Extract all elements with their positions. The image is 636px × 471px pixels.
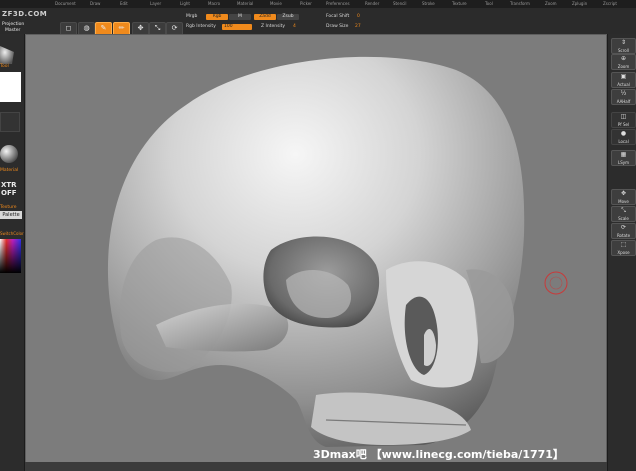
skull-model[interactable] — [26, 35, 606, 462]
scale-icon: ⤡ — [154, 24, 161, 32]
stroke-preview[interactable] — [0, 72, 21, 102]
rotate-icon: ⟳ — [171, 24, 178, 32]
menu-preferences[interactable]: Preferences — [326, 0, 350, 7]
rotate-view-button[interactable]: ⟳ Rotate — [611, 223, 636, 239]
xpose-label: Xpose — [617, 250, 630, 255]
projection-master-sub[interactable]: Master — [5, 28, 20, 33]
move-view-icon: ✥ — [620, 190, 627, 197]
scroll-icon: ⇕ — [620, 39, 627, 46]
menu-stroke[interactable]: Stroke — [422, 0, 435, 7]
aahalf-label: AAHalf — [616, 99, 631, 104]
aahalf-button[interactable]: ½ AAHalf — [611, 89, 636, 105]
move-view-button[interactable]: ✥ Move — [611, 189, 636, 205]
menu-macro[interactable]: Macro — [208, 0, 220, 7]
palette-button[interactable]: Palette — [0, 211, 22, 219]
move-view-label: Move — [618, 199, 629, 204]
menu-edit[interactable]: Edit — [120, 0, 128, 7]
menu-transform[interactable]: Transform — [510, 0, 530, 7]
menu-tool[interactable]: Tool — [485, 0, 493, 7]
move-icon: ✥ — [137, 24, 144, 32]
actual-button[interactable]: ▣ Actual — [611, 72, 636, 88]
menu-movie[interactable]: Movie — [270, 0, 282, 7]
right-shelf: ⇕ Scroll ⊕ Zoom ▣ Actual ½ AAHalf ◫ Pf S… — [607, 34, 636, 471]
projection-master-label[interactable]: Projection — [2, 22, 24, 27]
scale-view-icon: ⤡ — [621, 207, 626, 214]
xpose-button[interactable]: ⬚ Xpose — [611, 240, 636, 256]
color-picker[interactable] — [0, 239, 21, 273]
top-toolbar: ZF3D.COM Projection Master ◻ Frame ◍ Lbo… — [0, 8, 636, 41]
rgb-intensity-label: Rgb Intensity — [186, 24, 216, 29]
frame-icon: ◻ — [65, 24, 72, 32]
scroll-button[interactable]: ⇕ Scroll — [611, 38, 636, 54]
scroll-label: Scroll — [618, 48, 629, 53]
version-text: ZF3D.COM — [2, 10, 48, 18]
switch-color-button[interactable]: SwitchColor — [0, 231, 24, 236]
rgb-intensity-slider[interactable]: 100 — [222, 24, 252, 30]
tool-brush-icon[interactable] — [0, 42, 22, 64]
persp-button[interactable]: ◫ Pf Sel — [611, 112, 636, 128]
draw-size-label: Draw Size — [326, 24, 349, 29]
zoom-icon: ⊕ — [620, 55, 627, 62]
zsub-toggle[interactable]: Zsub — [277, 14, 299, 20]
menu-light[interactable]: Light — [180, 0, 190, 7]
mrgb-toggle[interactable]: Mrgb — [186, 14, 197, 19]
actual-icon: ▣ — [620, 73, 627, 80]
material-label: Material — [0, 168, 19, 173]
lsym-label: LSym — [617, 160, 630, 165]
z-intensity-slider[interactable]: 4 — [293, 24, 296, 29]
menu-bar: Document Draw Edit Layer Light Macro Mat… — [0, 0, 636, 8]
menu-material[interactable]: Material — [237, 0, 253, 7]
draw-size-slider[interactable]: 27 — [355, 24, 361, 29]
rotate-view-icon: ⟳ — [620, 224, 627, 231]
rgb-toggle[interactable]: Rgb — [206, 14, 228, 20]
lightbox-icon: ◍ — [83, 24, 90, 32]
menu-texture[interactable]: Texture — [452, 0, 467, 7]
menu-picker[interactable]: Picker — [300, 0, 312, 7]
scale-view-button[interactable]: ⤡ Scale — [611, 206, 636, 222]
persp-label: Pf Sel — [617, 122, 630, 127]
z-intensity-label: Z Intensity — [261, 24, 286, 29]
lsym-button[interactable]: ▦ LSym — [611, 150, 636, 166]
aahalf-icon: ½ — [620, 90, 627, 97]
xpose-icon: ⬚ — [620, 241, 627, 248]
scale-view-label: Scale — [618, 216, 629, 221]
zoom-label: Zoom — [617, 64, 630, 69]
draw-icon: ✏ — [118, 24, 125, 32]
document-canvas[interactable] — [25, 34, 607, 463]
menu-layer[interactable]: Layer — [150, 0, 161, 7]
actual-label: Actual — [617, 82, 630, 87]
lsym-icon: ▦ — [620, 151, 627, 158]
local-button[interactable]: ● Local — [611, 129, 636, 145]
brush-cursor — [544, 271, 568, 295]
local-label: Local — [618, 139, 629, 144]
menu-zplugin[interactable]: Zplugin — [572, 0, 587, 7]
tool-label: Tool — [0, 64, 9, 69]
texture-state: OFF — [1, 189, 17, 197]
watermark-text: 3Dmax吧 【www.linecg.com/tieba/1771】 — [313, 448, 564, 461]
menu-render[interactable]: Render — [365, 0, 379, 7]
alpha-slot[interactable] — [0, 112, 20, 132]
material-sphere-icon[interactable] — [0, 144, 20, 164]
menu-draw[interactable]: Draw — [90, 0, 100, 7]
focal-shift-slider[interactable]: 0 — [357, 14, 360, 19]
texture-label: Texture — [0, 205, 17, 210]
menu-document[interactable]: Document — [55, 0, 76, 7]
zadd-toggle[interactable]: Zadd — [254, 14, 276, 20]
menu-zscript[interactable]: Zscript — [603, 0, 617, 7]
rotate-view-label: Rotate — [616, 233, 631, 238]
bottom-bar — [25, 462, 607, 471]
texture-toggle[interactable]: XTR — [1, 181, 17, 189]
zoom-button[interactable]: ⊕ Zoom — [611, 54, 636, 70]
focal-shift-label: Focal Shift — [326, 14, 350, 19]
menu-stencil[interactable]: Stencil — [393, 0, 407, 7]
persp-icon: ◫ — [620, 113, 627, 120]
menu-zoom[interactable]: Zoom — [545, 0, 557, 7]
local-icon: ● — [620, 130, 627, 137]
left-shelf: Tool Material XTR OFF Texture Palette Sw… — [0, 34, 25, 471]
m-toggle[interactable]: M — [229, 14, 251, 20]
edit-icon: ✎ — [100, 24, 107, 32]
app-logo: ZF3D.COM — [2, 10, 47, 18]
